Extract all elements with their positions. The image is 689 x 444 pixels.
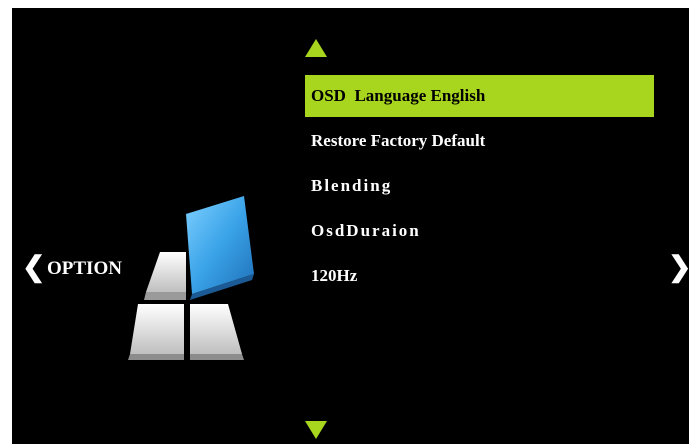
section-label: OPTION	[47, 258, 122, 279]
menu-item-120hz[interactable]: 120Hz	[305, 255, 654, 297]
menu-item-label: 120Hz	[311, 266, 358, 285]
menu-item-osd-duration[interactable]: OsdDuraion	[305, 210, 654, 252]
osd-menu: OSD Language English Restore Factory Def…	[305, 75, 654, 300]
menu-item-osd-language[interactable]: OSD Language English	[305, 75, 654, 117]
chevron-right-icon[interactable]: ❯	[668, 248, 689, 288]
menu-item-label: OsdDuraion	[311, 221, 421, 240]
menu-item-label: OSD Language English	[311, 86, 486, 105]
scroll-up-icon[interactable]	[305, 39, 327, 57]
option-logo-icon	[128, 196, 254, 360]
osd-screen: ❮ OPTION OSD Language English Restore Fa…	[12, 8, 689, 444]
menu-item-restore-factory-default[interactable]: Restore Factory Default	[305, 120, 654, 162]
chevron-left-icon[interactable]: ❮	[22, 248, 45, 288]
menu-item-blending[interactable]: Blending	[305, 165, 654, 207]
menu-item-label: Restore Factory Default	[311, 131, 486, 150]
scroll-down-icon[interactable]	[305, 421, 327, 439]
menu-item-label: Blending	[311, 176, 393, 195]
